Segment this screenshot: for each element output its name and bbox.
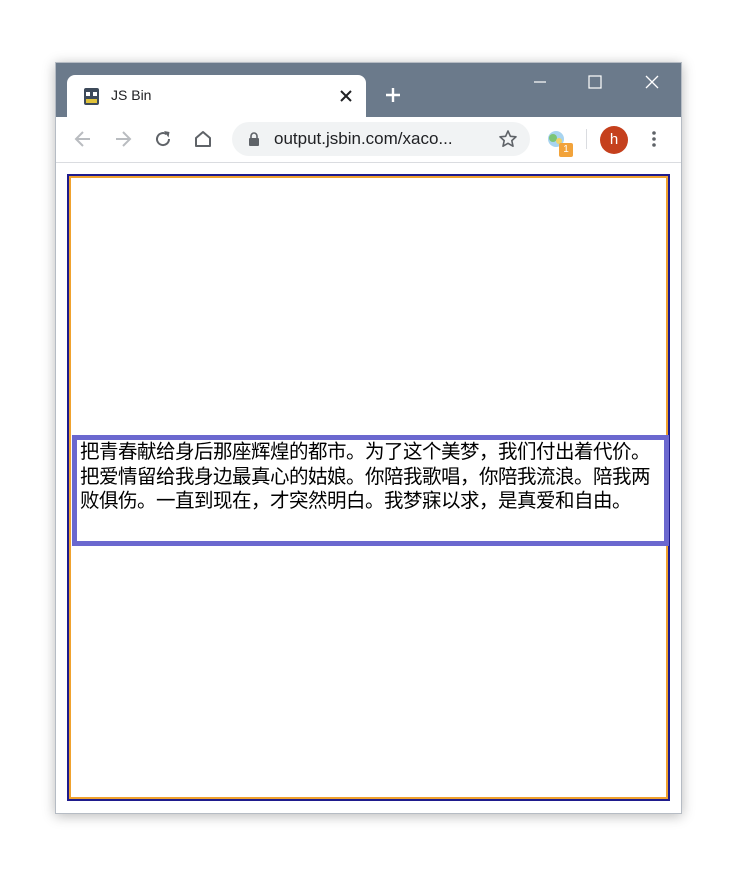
avatar[interactable]: h — [600, 126, 628, 154]
menu-icon[interactable] — [644, 129, 664, 149]
lock-icon[interactable] — [248, 132, 260, 146]
url-text: output.jsbin.com/xaco... — [274, 129, 453, 148]
maximize-icon[interactable] — [588, 75, 602, 89]
star-icon[interactable] — [498, 129, 518, 149]
toolbar-divider — [586, 129, 587, 149]
inner-container: 把青春献给身后那座辉煌的都市。为了这个美梦，我们付出着代价。把爱情留给我身边最真… — [69, 176, 669, 799]
browser-tab[interactable]: JS Bin — [67, 75, 366, 117]
title-bar: JS Bin — [56, 63, 681, 117]
jsbin-favicon-icon — [84, 88, 99, 105]
tab-title: JS Bin — [111, 87, 152, 103]
minimize-icon[interactable] — [533, 75, 547, 89]
outer-container: 把青春献给身后那座辉煌的都市。为了这个美梦，我们付出着代价。把爱情留给我身边最真… — [67, 174, 670, 801]
extension-badge: 1 — [559, 143, 573, 157]
back-arrow-icon[interactable] — [73, 129, 93, 149]
close-icon[interactable] — [645, 75, 659, 89]
browser-toolbar: output.jsbin.com/xaco... 1 h — [56, 117, 681, 163]
forward-arrow-icon[interactable] — [113, 129, 133, 149]
home-icon[interactable] — [193, 129, 213, 149]
browser-window: JS Bin output.jsbin.com/xaco... 1 h 把青春献… — [55, 62, 682, 814]
text-box: 把青春献给身后那座辉煌的都市。为了这个美梦，我们付出着代价。把爱情留给我身边最真… — [72, 435, 669, 546]
plus-icon[interactable] — [385, 87, 401, 103]
address-bar[interactable]: output.jsbin.com/xaco... — [232, 122, 530, 156]
reload-icon[interactable] — [153, 129, 173, 149]
page-viewport: 把青春献给身后那座辉煌的都市。为了这个美梦，我们付出着代价。把爱情留给我身边最真… — [56, 163, 681, 813]
close-tab-icon[interactable] — [339, 89, 353, 103]
lyrics-paragraph: 把青春献给身后那座辉煌的都市。为了这个美梦，我们付出着代价。把爱情留给我身边最真… — [80, 440, 651, 512]
